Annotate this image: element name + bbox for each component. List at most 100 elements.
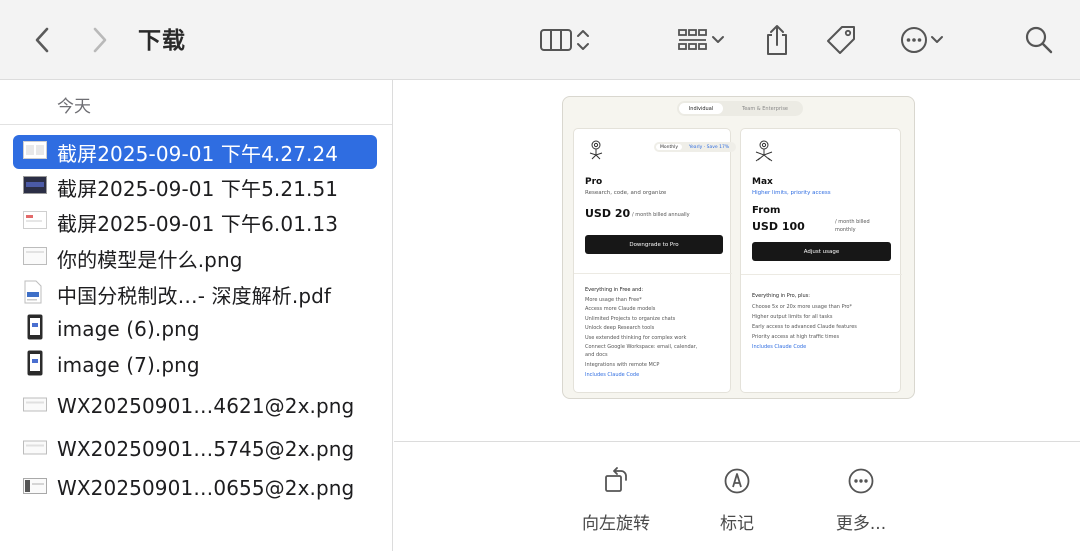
feature-item: Connect Google Workspace: email, calenda… (585, 344, 698, 350)
window-title: 下载 (138, 28, 186, 54)
preview-pane: Individual Team & Enterprise Monthly Yea… (394, 80, 1080, 441)
file-name: WX20250901…4621@2x.png (57, 394, 355, 418)
chevron-down-icon (712, 36, 724, 43)
file-name: image (7).png (57, 353, 200, 377)
phone-image-thumb-icon (27, 350, 43, 380)
feature-item: Integrations with remote MCP (585, 362, 660, 368)
screenshot-red-thumb-icon (23, 211, 47, 233)
file-row[interactable]: WX20250901…5745@2x.png (13, 432, 377, 466)
rotate-left-icon (605, 467, 627, 492)
tag-button[interactable] (822, 0, 860, 80)
feature-item: Use extended thinking for complex work (585, 335, 687, 341)
price-note: monthly (835, 227, 856, 233)
chevron-down-icon (931, 36, 943, 43)
feature-link: Includes Claude Code (585, 372, 640, 378)
phone-image-thumb-icon (27, 314, 43, 344)
file-name: 截屏2025-09-01 下午6.01.13 (57, 211, 339, 236)
rotate-left-button[interactable]: 向左旋转 (571, 466, 661, 536)
more-circle-icon (848, 468, 874, 494)
share-button[interactable] (760, 0, 794, 80)
updown-chevron-icon (577, 30, 589, 50)
billing-toggle: Monthly Yearly · Save 17% (654, 142, 736, 152)
more-actions-button[interactable] (892, 0, 952, 80)
plan-name: Max (752, 177, 773, 187)
max-plan-card: Max Higher limits, priority access From … (740, 128, 902, 393)
feature-link: Includes Claude Code (752, 344, 807, 350)
feature-item: Access more Claude models (585, 306, 656, 312)
more-circle-icon (901, 27, 927, 53)
file-row[interactable]: image (7).png (13, 348, 377, 382)
image-thumb-icon (23, 247, 47, 269)
search-icon (1025, 26, 1053, 54)
feature-item: Priority access at high traffic times (752, 334, 840, 340)
plan-description: Research, code, and organize (585, 190, 667, 196)
file-row[interactable]: 你的模型是什么.png (13, 241, 377, 275)
adjust-usage-button: Adjust usage (752, 242, 891, 261)
plan-type-tabs: Individual Team & Enterprise (677, 101, 803, 116)
quick-actions: 向左旋转 标记 更多... (394, 442, 1080, 551)
back-button[interactable] (26, 0, 58, 80)
file-row[interactable]: image (6).png (13, 312, 377, 346)
file-row[interactable]: 截屏2025-09-01 下午5.21.51 (13, 170, 377, 204)
file-name: WX20250901…0655@2x.png (57, 476, 355, 500)
section-divider (0, 124, 392, 125)
group-button[interactable] (668, 0, 734, 80)
forward-button[interactable] (84, 0, 116, 80)
section-header-today: 今天 (57, 97, 91, 117)
share-icon (767, 25, 787, 55)
screenshot-dark-thumb-icon (23, 176, 47, 198)
feature-item: Unlock deep Research tools (585, 325, 655, 331)
feature-item: Unlimited Projects to organize chats (585, 316, 676, 322)
plan-name: Pro (585, 177, 603, 187)
image-thumb-icon (23, 397, 47, 416)
feature-item: Choose 5x or 20x more usage than Pro* (752, 304, 852, 310)
file-row[interactable]: WX20250901…0655@2x.png (13, 471, 377, 505)
grid-group-icon (678, 29, 707, 50)
downgrade-button: Downgrade to Pro (585, 235, 723, 254)
pdf-thumb-icon (23, 280, 43, 308)
feature-item: Early access to advanced Claude features (752, 324, 857, 330)
max-plan-icon (755, 140, 773, 162)
price-from: From (752, 205, 781, 216)
search-button[interactable] (1022, 0, 1056, 80)
toggle-yearly: Yearly · Save 17% (688, 144, 730, 150)
feature-item: More usage than Free* (585, 297, 642, 303)
divider (574, 273, 732, 274)
file-row[interactable]: 中国分税制改…- 深度解析.pdf (13, 277, 377, 311)
column-view-icon (540, 29, 572, 51)
tag-icon (827, 26, 855, 54)
toggle-monthly: Monthly (656, 144, 682, 150)
preview-image: Individual Team & Enterprise Monthly Yea… (562, 96, 915, 399)
price-note: / month billed annually (632, 212, 690, 218)
markup-button[interactable]: 标记 (692, 466, 782, 536)
file-name: 截屏2025-09-01 下午4.27.24 (57, 141, 339, 166)
price-note: / month billed (835, 219, 870, 225)
more-label: 更多... (835, 514, 887, 534)
file-name: 你的模型是什么.png (57, 247, 243, 272)
pro-plan-card: Monthly Yearly · Save 17% Pro Research, … (573, 128, 736, 393)
tab-team-enterprise: Team & Enterprise (741, 105, 788, 112)
divider (741, 274, 902, 275)
file-name: 中国分税制改…- 深度解析.pdf (57, 283, 332, 308)
file-name: image (6).png (57, 317, 200, 341)
toolbar: 下载 (0, 0, 1080, 80)
markup-icon (724, 468, 750, 494)
plan-price: USD 20 (585, 207, 631, 220)
features-title: Everything in Pro, plus: (752, 293, 810, 299)
file-name: WX20250901…5745@2x.png (57, 437, 355, 461)
more-button[interactable]: 更多... (816, 466, 906, 536)
rotate-left-label: 向左旋转 (582, 514, 650, 534)
feature-item: Higher output limits for all tasks (752, 314, 833, 320)
view-mode-button[interactable] (530, 0, 600, 80)
image-thumb-icon (23, 478, 47, 498)
file-row[interactable]: 截屏2025-09-01 下午4.27.24 (13, 135, 377, 169)
feature-item: and docs (585, 352, 608, 358)
back-chevron-icon (35, 27, 49, 53)
file-row[interactable]: WX20250901…4621@2x.png (13, 389, 377, 423)
plan-description: Higher limits, priority access (752, 190, 831, 196)
plan-price: USD 100 (752, 220, 805, 233)
screenshot-thumb-icon (23, 141, 47, 163)
forward-chevron-icon (93, 27, 107, 53)
file-row[interactable]: 截屏2025-09-01 下午6.01.13 (13, 205, 377, 239)
tab-individual: Individual (679, 103, 723, 114)
